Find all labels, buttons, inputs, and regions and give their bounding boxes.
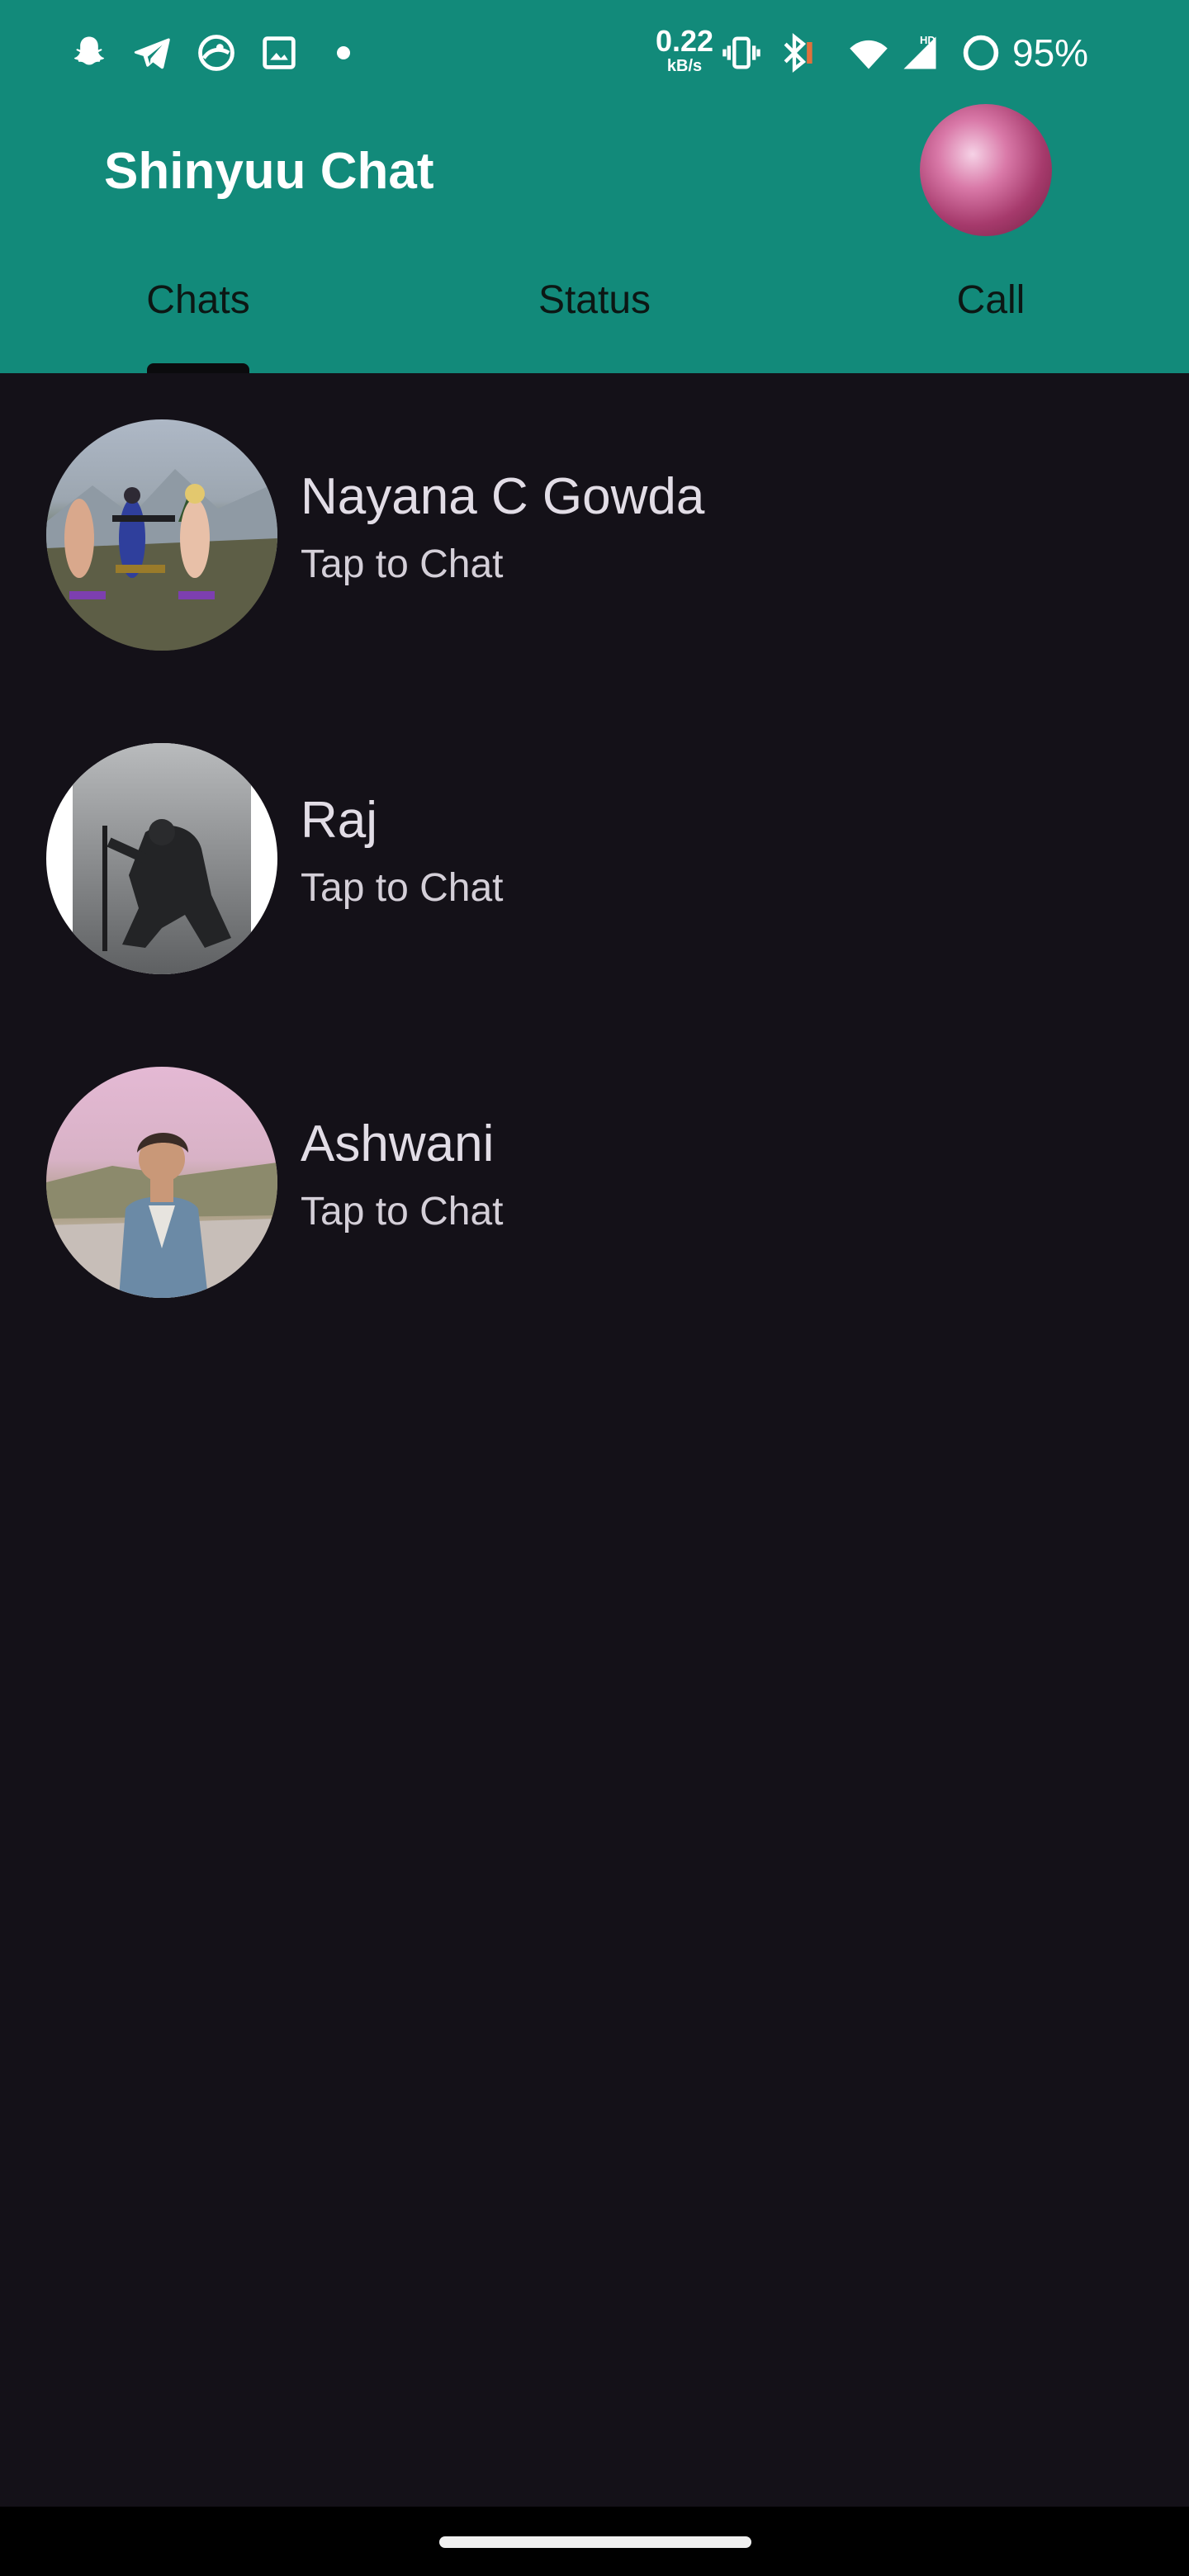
- tab-call-label: Call: [956, 278, 1026, 322]
- more-notifications-dot: [337, 46, 350, 59]
- contact-avatar[interactable]: [46, 419, 277, 651]
- profile-avatar[interactable]: [920, 104, 1052, 236]
- home-gesture-handle[interactable]: [439, 2536, 751, 2548]
- gallery-icon: [256, 30, 302, 76]
- contact-avatar[interactable]: [46, 743, 277, 974]
- svg-text:HD: HD: [920, 34, 936, 46]
- wifi-icon: [846, 30, 892, 76]
- app-notification-icon: [193, 30, 239, 76]
- app-title: Shinyuu Chat: [104, 143, 434, 200]
- contact-name: Ashwani: [301, 1115, 495, 1172]
- chat-item-raj[interactable]: Raj Tap to Chat: [0, 697, 1189, 1020]
- contact-name: Nayana C Gowda: [301, 468, 705, 525]
- battery-ring-icon: [958, 30, 1004, 76]
- status-bar: 0.22 kB/s HD 95%: [0, 0, 1189, 104]
- vibrate-icon: [718, 30, 765, 76]
- chat-item-ashwani[interactable]: Ashwani Tap to Chat: [0, 1020, 1189, 1344]
- contact-subtitle: Tap to Chat: [301, 1190, 504, 1234]
- tab-indicator: [147, 363, 249, 373]
- network-speed: 0.22 kB/s: [649, 24, 720, 75]
- contact-avatar[interactable]: [46, 1067, 277, 1298]
- navigation-bar: [0, 2507, 1189, 2576]
- telegram-icon: [129, 30, 175, 76]
- tab-chats[interactable]: Chats: [0, 256, 396, 373]
- chat-item-nayana[interactable]: Nayana C Gowda Tap to Chat: [0, 373, 1189, 697]
- contact-name: Raj: [301, 792, 378, 849]
- network-speed-value: 0.22: [655, 24, 714, 58]
- bluetooth-icon: [771, 30, 817, 76]
- tab-status-label: Status: [538, 278, 651, 322]
- contact-subtitle: Tap to Chat: [301, 542, 504, 586]
- tab-status[interactable]: Status: [396, 256, 793, 373]
- snapchat-icon: [66, 30, 112, 76]
- battery-percent: 95%: [1012, 31, 1089, 74]
- contact-subtitle: Tap to Chat: [301, 866, 504, 910]
- tab-bar: Chats Status Call: [0, 256, 1189, 373]
- signal-hd-icon: HD: [897, 30, 943, 76]
- tab-call[interactable]: Call: [793, 256, 1189, 373]
- tab-chats-label: Chats: [146, 278, 250, 322]
- network-speed-unit: kB/s: [666, 57, 703, 75]
